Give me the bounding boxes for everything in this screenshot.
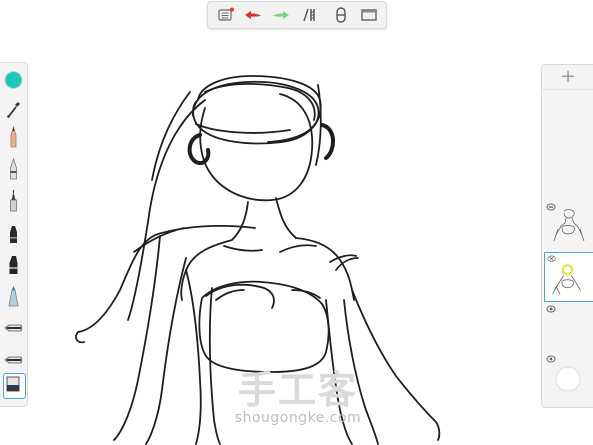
brush-library [0,62,28,407]
undo-arrow-icon[interactable] [243,5,263,25]
fineliner-icon[interactable] [3,189,24,213]
layers-panel: + [541,64,593,408]
eyedropper-icon[interactable] [3,97,24,121]
color-puck-icon[interactable] [3,68,24,92]
canvas-frame-icon[interactable] [359,5,379,25]
add-layer-label: + [560,66,576,87]
redo-arrow-icon[interactable] [271,5,291,25]
marker-icon[interactable] [3,221,24,245]
top-toolbar [207,1,387,29]
brush-flat-icon[interactable] [3,315,24,339]
pencil-tool-icon[interactable] [3,125,24,149]
layer-sketch[interactable] [544,201,592,249]
smear-brush-icon[interactable] [3,346,24,370]
watermark-title: 手工客 [237,368,358,412]
watermark-url: shougongke.com [234,410,362,426]
layer-background[interactable] [544,353,592,401]
ruler-perspective-icon[interactable] [300,5,320,25]
eraser-icon[interactable] [3,373,26,399]
menu-list-icon[interactable] [216,5,236,25]
ballpoint-pen-icon[interactable] [3,157,24,181]
symmetry-icon[interactable] [331,5,351,25]
layer-active[interactable] [544,252,593,302]
add-layer-button[interactable]: + [542,65,593,90]
watermark: 手工客 shougongke.com [228,370,368,426]
chisel-marker-icon[interactable] [3,252,24,276]
layer-empty[interactable] [544,303,592,351]
airbrush-icon[interactable] [3,284,24,308]
